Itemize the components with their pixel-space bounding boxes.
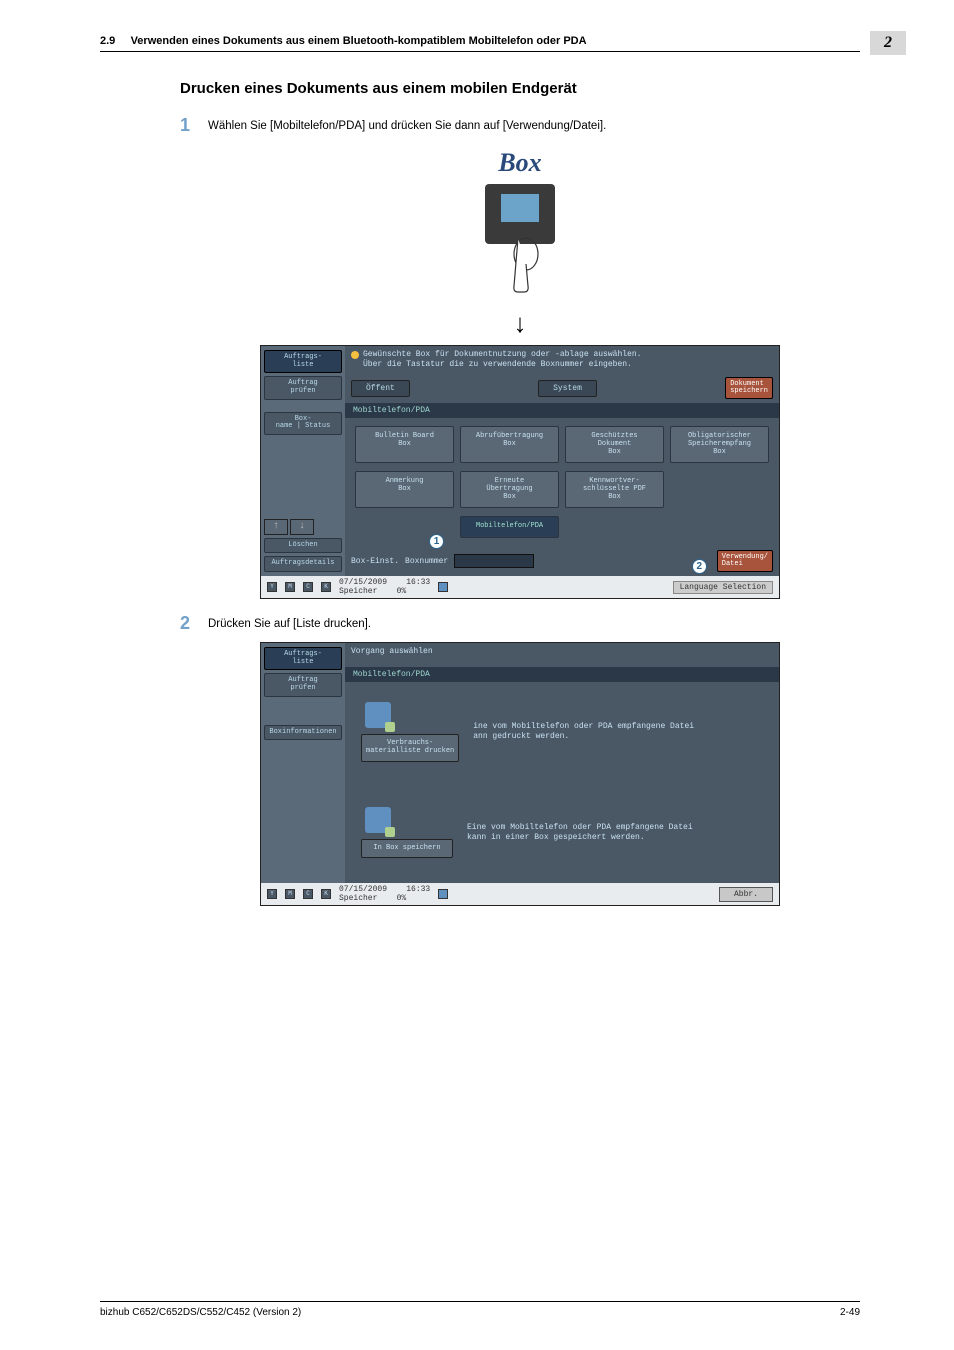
step-1: 1 Wählen Sie [Mobiltelefon/PDA] und drüc… xyxy=(180,115,860,136)
ss1-banner: Gewünschte Box für Dokumentnutzung oder … xyxy=(345,346,779,373)
callout-2: 2 xyxy=(692,559,707,574)
box-label: Box xyxy=(180,148,860,178)
toner-c-icon: C xyxy=(303,889,313,899)
pdf-box-tile[interactable]: Kennwortver- schlüsselte PDF Box xyxy=(565,471,664,508)
ss2-main: Vorgang auswählen Mobiltelefon/PDA Verbr… xyxy=(345,643,779,883)
step-number: 1 xyxy=(180,115,208,136)
ss1-strip: Mobiltelefon/PDA xyxy=(345,403,779,418)
box-settings-label[interactable]: Box-Einst. xyxy=(351,557,399,566)
save-file-icon xyxy=(365,807,391,833)
ss2-print-panel: Verbrauchs- materialliste drucken ine vo… xyxy=(345,682,779,783)
poll-box-tile[interactable]: Abrufübertragung Box xyxy=(460,426,559,463)
step-text: Wählen Sie [Mobiltelefon/PDA] und drücke… xyxy=(208,115,860,136)
section-number: 2.9 xyxy=(100,35,115,47)
usage-file-button[interactable]: Verwendung/ Datei xyxy=(717,550,773,572)
ss2-status-bar: Y M C K 07/15/2009 16:33 Speicher 0% Abb… xyxy=(261,883,779,905)
step-number: 2 xyxy=(180,613,208,634)
language-selection-button[interactable]: Language Selection xyxy=(673,581,773,594)
toner-c-icon: C xyxy=(303,582,313,592)
bulletin-box-tile[interactable]: Bulletin Board Box xyxy=(355,426,454,463)
toner-m-icon: M xyxy=(285,582,295,592)
status-date: 07/15/2009 xyxy=(339,885,387,894)
ss1-grid: Bulletin Board Box Abrufübertragung Box … xyxy=(345,418,779,546)
job-details-button[interactable]: Auftragsdetails xyxy=(264,556,342,572)
screenshot-box-selection: Auftrags- liste Auftrag prüfen Box- name… xyxy=(260,345,780,599)
step-2: 2 Drücken Sie auf [Liste drucken]. xyxy=(180,613,860,634)
toner-y-icon: Y xyxy=(267,889,277,899)
toner-m-icon: M xyxy=(285,889,295,899)
ss1-sidebar: Auftrags- liste Auftrag prüfen Box- name… xyxy=(261,346,345,576)
memory-icon xyxy=(438,582,448,592)
toner-k-icon: K xyxy=(321,889,331,899)
ss1-bottom: Box-Einst. Boxnummer 2 Verwendung/ Datei xyxy=(345,546,779,576)
memory-icon xyxy=(438,889,448,899)
job-check-tab[interactable]: Auftrag prüfen xyxy=(264,376,342,399)
print-materials-list-button[interactable]: Verbrauchs- materialliste drucken xyxy=(361,734,459,761)
ss2-banner: Vorgang auswählen xyxy=(345,643,779,661)
info-icon xyxy=(351,351,359,359)
screenshot-operation-select: Auftrags- liste Auftrag prüfen Boxinform… xyxy=(260,642,780,906)
status-time: 16:33 xyxy=(406,885,430,894)
ss1-main: Gewünschte Box für Dokumentnutzung oder … xyxy=(345,346,779,576)
status-time: 16:33 xyxy=(406,578,430,587)
finger-icon xyxy=(500,234,540,294)
status-date: 07/15/2009 xyxy=(339,578,387,587)
section-title: Verwenden eines Dokuments aus einem Blue… xyxy=(131,35,587,47)
job-list-tab[interactable]: Auftrags- liste xyxy=(264,350,342,373)
cancel-button[interactable]: Abbr. xyxy=(719,887,773,902)
box-number-input[interactable] xyxy=(454,554,534,568)
down-arrow-icon: ↓ xyxy=(180,308,860,339)
nav-arrows: ↑ ↓ xyxy=(264,519,342,535)
save-in-box-button[interactable]: In Box speichern xyxy=(361,839,453,859)
ss2-strip: Mobiltelefon/PDA xyxy=(345,667,779,682)
page-header: 2.9 Verwenden eines Dokuments aus einem … xyxy=(100,35,860,52)
delete-button[interactable]: Löschen xyxy=(264,538,342,554)
ss2-save-panel: In Box speichern Eine vom Mobiltelefon o… xyxy=(345,782,779,883)
ss1-toolbar: Öffent System Dokument speichern xyxy=(345,373,779,403)
memory-rx-tile[interactable]: Obligatorischer Speicherempfang Box xyxy=(670,426,769,463)
box-number-label: Boxnummer xyxy=(405,557,448,566)
ss1-status-bar: Y M C K 07/15/2009 16:33 Speicher 0% Lan… xyxy=(261,576,779,598)
system-tab[interactable]: System xyxy=(538,380,597,397)
status-memory-label: Speicher xyxy=(339,587,377,596)
page-footer: bizhub C652/C652DS/C552/C452 (Version 2)… xyxy=(100,1301,860,1318)
footer-page-number: 2-49 xyxy=(840,1307,860,1318)
public-tab[interactable]: Öffent xyxy=(351,380,410,397)
print-file-icon xyxy=(365,702,391,728)
retransmit-box-tile[interactable]: Erneute Übertragung Box xyxy=(460,471,559,508)
status-memory-pct: 0% xyxy=(397,894,407,903)
box-status-header: Box- name | Status xyxy=(264,412,342,435)
up-arrow-button[interactable]: ↑ xyxy=(264,519,288,535)
ss2-sidebar: Auftrags- liste Auftrag prüfen Boxinform… xyxy=(261,643,345,883)
status-memory-label: Speicher xyxy=(339,894,377,903)
page-title: Drucken eines Dokuments aus einem mobile… xyxy=(180,80,860,97)
footer-model: bizhub C652/C652DS/C552/C452 (Version 2) xyxy=(100,1307,301,1318)
toner-k-icon: K xyxy=(321,582,331,592)
down-arrow-button[interactable]: ↓ xyxy=(290,519,314,535)
box-illustration: Box ↓ xyxy=(180,148,860,339)
box-information-button[interactable]: Boxinformationen xyxy=(264,725,342,741)
chapter-badge: 2 xyxy=(870,31,906,55)
annotation-box-tile[interactable]: Anmerkung Box xyxy=(355,471,454,508)
job-list-tab[interactable]: Auftrags- liste xyxy=(264,647,342,670)
save-document-button[interactable]: Dokument speichern xyxy=(725,377,773,399)
job-check-tab[interactable]: Auftrag prüfen xyxy=(264,673,342,696)
mobile-pda-tile[interactable]: Mobiltelefon/PDA xyxy=(460,516,559,538)
print-description: ine vom Mobiltelefon oder PDA empfangene… xyxy=(473,722,694,741)
toner-y-icon: Y xyxy=(267,582,277,592)
status-memory-pct: 0% xyxy=(397,587,407,596)
save-description: Eine vom Mobiltelefon oder PDA empfangen… xyxy=(467,823,693,842)
step-text: Drücken Sie auf [Liste drucken]. xyxy=(208,613,860,634)
secure-box-tile[interactable]: Geschütztes Dokument Box xyxy=(565,426,664,463)
